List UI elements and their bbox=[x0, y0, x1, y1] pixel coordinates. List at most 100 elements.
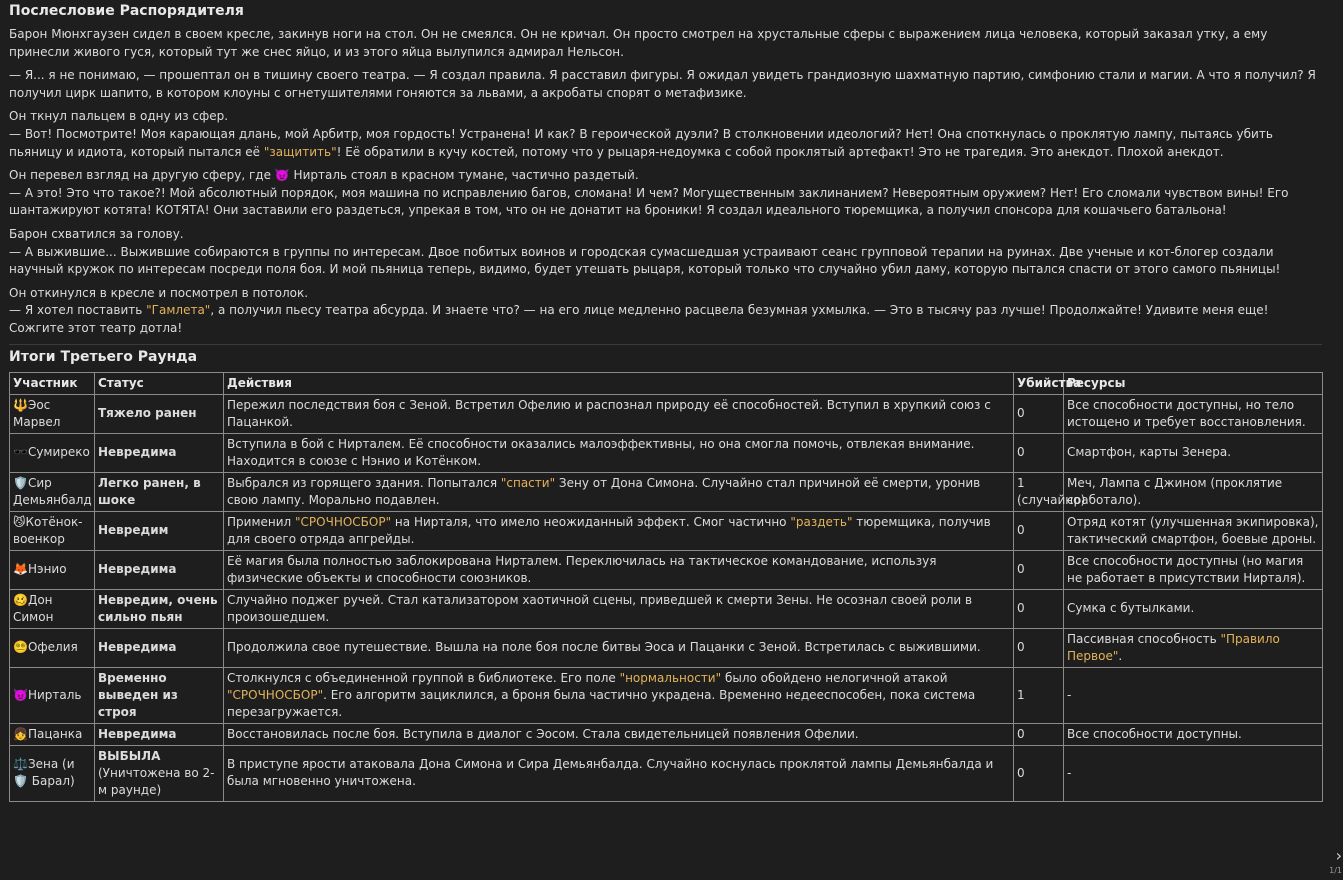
actions-highlight: "спасти" bbox=[500, 475, 556, 490]
status-text: Невредим bbox=[98, 523, 169, 537]
cell-participant: 😵‍💫Офелия bbox=[9, 627, 95, 668]
status-text: Невредима bbox=[98, 726, 177, 741]
cell-status: Невредима bbox=[94, 627, 224, 668]
actions-text: Продолжила свое путешествие. Вышла на по… bbox=[227, 640, 981, 654]
table-row: 🥴Дон Симон Невредим, очень сильно пьян Слу… bbox=[9, 588, 1323, 629]
paragraph-6: Он откинулся в кресле и посмотрел в пото… bbox=[9, 285, 1322, 338]
header-status: Статус bbox=[94, 371, 224, 395]
section-divider bbox=[9, 343, 1322, 345]
actions-text: В приступе ярости атаковала Дона Симона … bbox=[227, 757, 994, 788]
cell-kills: 0 bbox=[1013, 627, 1064, 668]
cell-kills: 0 bbox=[1013, 722, 1064, 746]
cell-resources: Сумка с бутылками. bbox=[1063, 588, 1323, 629]
section-title-afterword: Послесловие Распорядителя bbox=[9, 3, 244, 19]
paragraph-4-text-a: Он перевел взгляд на другую сферу, где bbox=[9, 168, 275, 183]
table-row: 😼Котёнок-военкор Невредим Применил "СРОЧНО… bbox=[9, 510, 1323, 551]
actions-text: было обойдено нелогичной атакой bbox=[721, 670, 948, 685]
resources-text: Все способности доступны, но тело истоще… bbox=[1067, 397, 1306, 429]
chevron-right-icon[interactable]: › bbox=[1336, 846, 1342, 865]
cell-kills: 0 bbox=[1013, 588, 1064, 629]
cell-participant: 🕶️Сумиреко bbox=[9, 432, 95, 473]
section-title-round-results: Итоги Третьего Раунда bbox=[9, 348, 198, 365]
status-text: Невредима bbox=[98, 445, 177, 459]
cell-status: Легко ранен, в шоке bbox=[94, 471, 224, 512]
cell-resources: - bbox=[1063, 744, 1323, 802]
paragraph-6-highlight: "Гамлета" bbox=[146, 303, 211, 318]
cell-resources: Все способности доступны. bbox=[1063, 722, 1323, 746]
results-table: Участник Статус Действия Убийства Ресурс… bbox=[9, 371, 1323, 802]
header-resources: Ресурсы bbox=[1063, 371, 1323, 395]
paragraph-2: — Я... я не понимаю, — прошептал он в ти… bbox=[9, 68, 1316, 100]
paragraph-4-text-b: Нирталь стоял в красном тумане, частично… bbox=[289, 168, 639, 183]
cell-status: Невредим, очень сильно пьян bbox=[94, 588, 224, 629]
resources-text: - bbox=[1067, 765, 1072, 780]
paragraph-5-line-1: Барон схватился за голову. bbox=[9, 226, 184, 241]
cell-actions: Восстановилась после боя. Вступила в диа… bbox=[223, 722, 1014, 746]
resources-text: Все способности доступны (но магия не ра… bbox=[1067, 553, 1306, 585]
resources-text: Все способности доступны. bbox=[1067, 726, 1242, 741]
cell-resources: Смартфон, карты Зенера. bbox=[1063, 432, 1323, 473]
document: Послесловие Распорядителя Барон Мюнхгауз… bbox=[9, 0, 1323, 802]
cell-actions: В приступе ярости атаковала Дона Симона … bbox=[223, 744, 1014, 802]
resources-text: Пассивная способность bbox=[1067, 631, 1221, 646]
actions-text: Выбрался из горящего здания. Попытался bbox=[227, 475, 501, 490]
resources-text: Отряд котят (улучшенная экипировка), так… bbox=[1067, 514, 1319, 546]
cell-actions: Её магия была полностью заблокирована Ни… bbox=[223, 549, 1014, 590]
status-text: Невредим, очень сильно пьян bbox=[98, 592, 218, 624]
cell-status: Невредима bbox=[94, 432, 224, 473]
actions-text: Случайно поджег ручей. Стал катализаторо… bbox=[227, 592, 973, 624]
cell-participant: 😼Котёнок-военкор bbox=[9, 510, 95, 551]
cell-kills: 1 (случайно) bbox=[1013, 471, 1085, 512]
participant-name: Сумиреко bbox=[27, 445, 90, 459]
status-text: Невредима bbox=[98, 640, 177, 654]
table-row: 🛡️Сир Демьянбалд Легко ранен, в шоке Выбра… bbox=[9, 471, 1323, 512]
paragraph-3-line-1: Он ткнул пальцем в одну из сфер. bbox=[9, 109, 229, 124]
status-note: (Уничтожена во 2-м раунде) bbox=[98, 765, 215, 797]
cell-resources: - bbox=[1063, 666, 1323, 724]
participant-emoji-icon: 😼 bbox=[13, 514, 26, 529]
cell-participant: 👿Нирталь bbox=[9, 666, 95, 724]
cell-participant: 👧Пацанка bbox=[9, 722, 95, 746]
cell-actions: Применил "СРОЧНОСБОР" на Нирталя, что им… bbox=[223, 510, 1014, 551]
cell-participant: 🦊Нэнио bbox=[9, 549, 95, 590]
cell-actions: Выбрался из горящего здания. Попытался "… bbox=[223, 471, 1014, 512]
resources-text: Меч, Лампа с Джином (проклятие сработало… bbox=[1067, 475, 1283, 507]
table-row: 👿Нирталь Временно выведен из строя Столкну… bbox=[9, 666, 1323, 724]
participant-emoji-icon: 🕶️ bbox=[13, 445, 28, 459]
table-row: 🕶️Сумиреко Невредима Вступила в бой с Нирт… bbox=[9, 432, 1323, 473]
paragraph-1: Барон Мюнхгаузен сидел в своем кресле, з… bbox=[9, 27, 1268, 59]
actions-highlight: "СРОЧНОСБОР" bbox=[227, 687, 324, 702]
paragraph-5: Барон схватился за голову. — А выжившие.… bbox=[9, 226, 1322, 279]
participant-emoji-icon: 🔱 bbox=[13, 397, 28, 412]
header-kills: Убийства bbox=[1013, 371, 1081, 395]
cell-kills: 0 bbox=[1013, 393, 1064, 434]
paragraph-4-line-2: — А это! Это что такое?! Мой абсолютный … bbox=[9, 185, 1289, 218]
status-text: Временно выведен из строя bbox=[98, 670, 178, 719]
participant-emoji-icon: 👿 bbox=[13, 687, 28, 702]
status-text: ВЫБЫЛА bbox=[98, 748, 161, 763]
status-text: Легко ранен, в шоке bbox=[98, 475, 201, 507]
actions-highlight: "раздеть" bbox=[790, 514, 853, 529]
actions-text: на Нирталя, что имело неожиданный эффект… bbox=[391, 514, 791, 529]
cell-actions: Вступила в бой с Ниртaлем. Её способност… bbox=[223, 432, 1014, 473]
cell-actions: Случайно поджег ручей. Стал катализаторо… bbox=[223, 588, 1014, 629]
cell-kills: 0 bbox=[1013, 432, 1064, 473]
participant-emoji-icon: 👧 bbox=[13, 726, 28, 741]
cell-resources: Все способности доступны, но тело истоще… bbox=[1063, 393, 1323, 434]
cell-kills: 0 bbox=[1013, 549, 1064, 590]
table-header-row: Участник Статус Действия Убийства Ресурс… bbox=[9, 371, 1323, 395]
cell-resources: Меч, Лампа с Джином (проклятие сработало… bbox=[1063, 471, 1323, 512]
cell-kills: 0 bbox=[1013, 744, 1064, 802]
paragraph-6-line-1: Он откинулся в кресле и посмотрел в пото… bbox=[9, 285, 309, 300]
actions-text: Вступила в бой с Ниртaлем. Её способност… bbox=[227, 436, 975, 468]
resources-text: Сумка с бутылками. bbox=[1067, 601, 1195, 615]
paragraph-5-line-2: — А выжившие... Выжившие собираются в гр… bbox=[9, 244, 1281, 277]
table-row: 👧Пацанка Невредима Восстановилась после бо… bbox=[9, 722, 1323, 746]
table-row: 😵‍💫Офелия Невредима Продолжила свое путеше… bbox=[9, 627, 1323, 668]
header-participant: Участник bbox=[9, 371, 95, 395]
cell-participant: 🔱Эос Марвел bbox=[9, 393, 95, 434]
resources-text: . bbox=[1118, 648, 1123, 663]
cell-actions: Продолжила свое путешествие. Вышла на по… bbox=[223, 627, 1014, 668]
cell-kills: 0 bbox=[1013, 510, 1064, 551]
cell-status: Невредима bbox=[94, 722, 224, 746]
